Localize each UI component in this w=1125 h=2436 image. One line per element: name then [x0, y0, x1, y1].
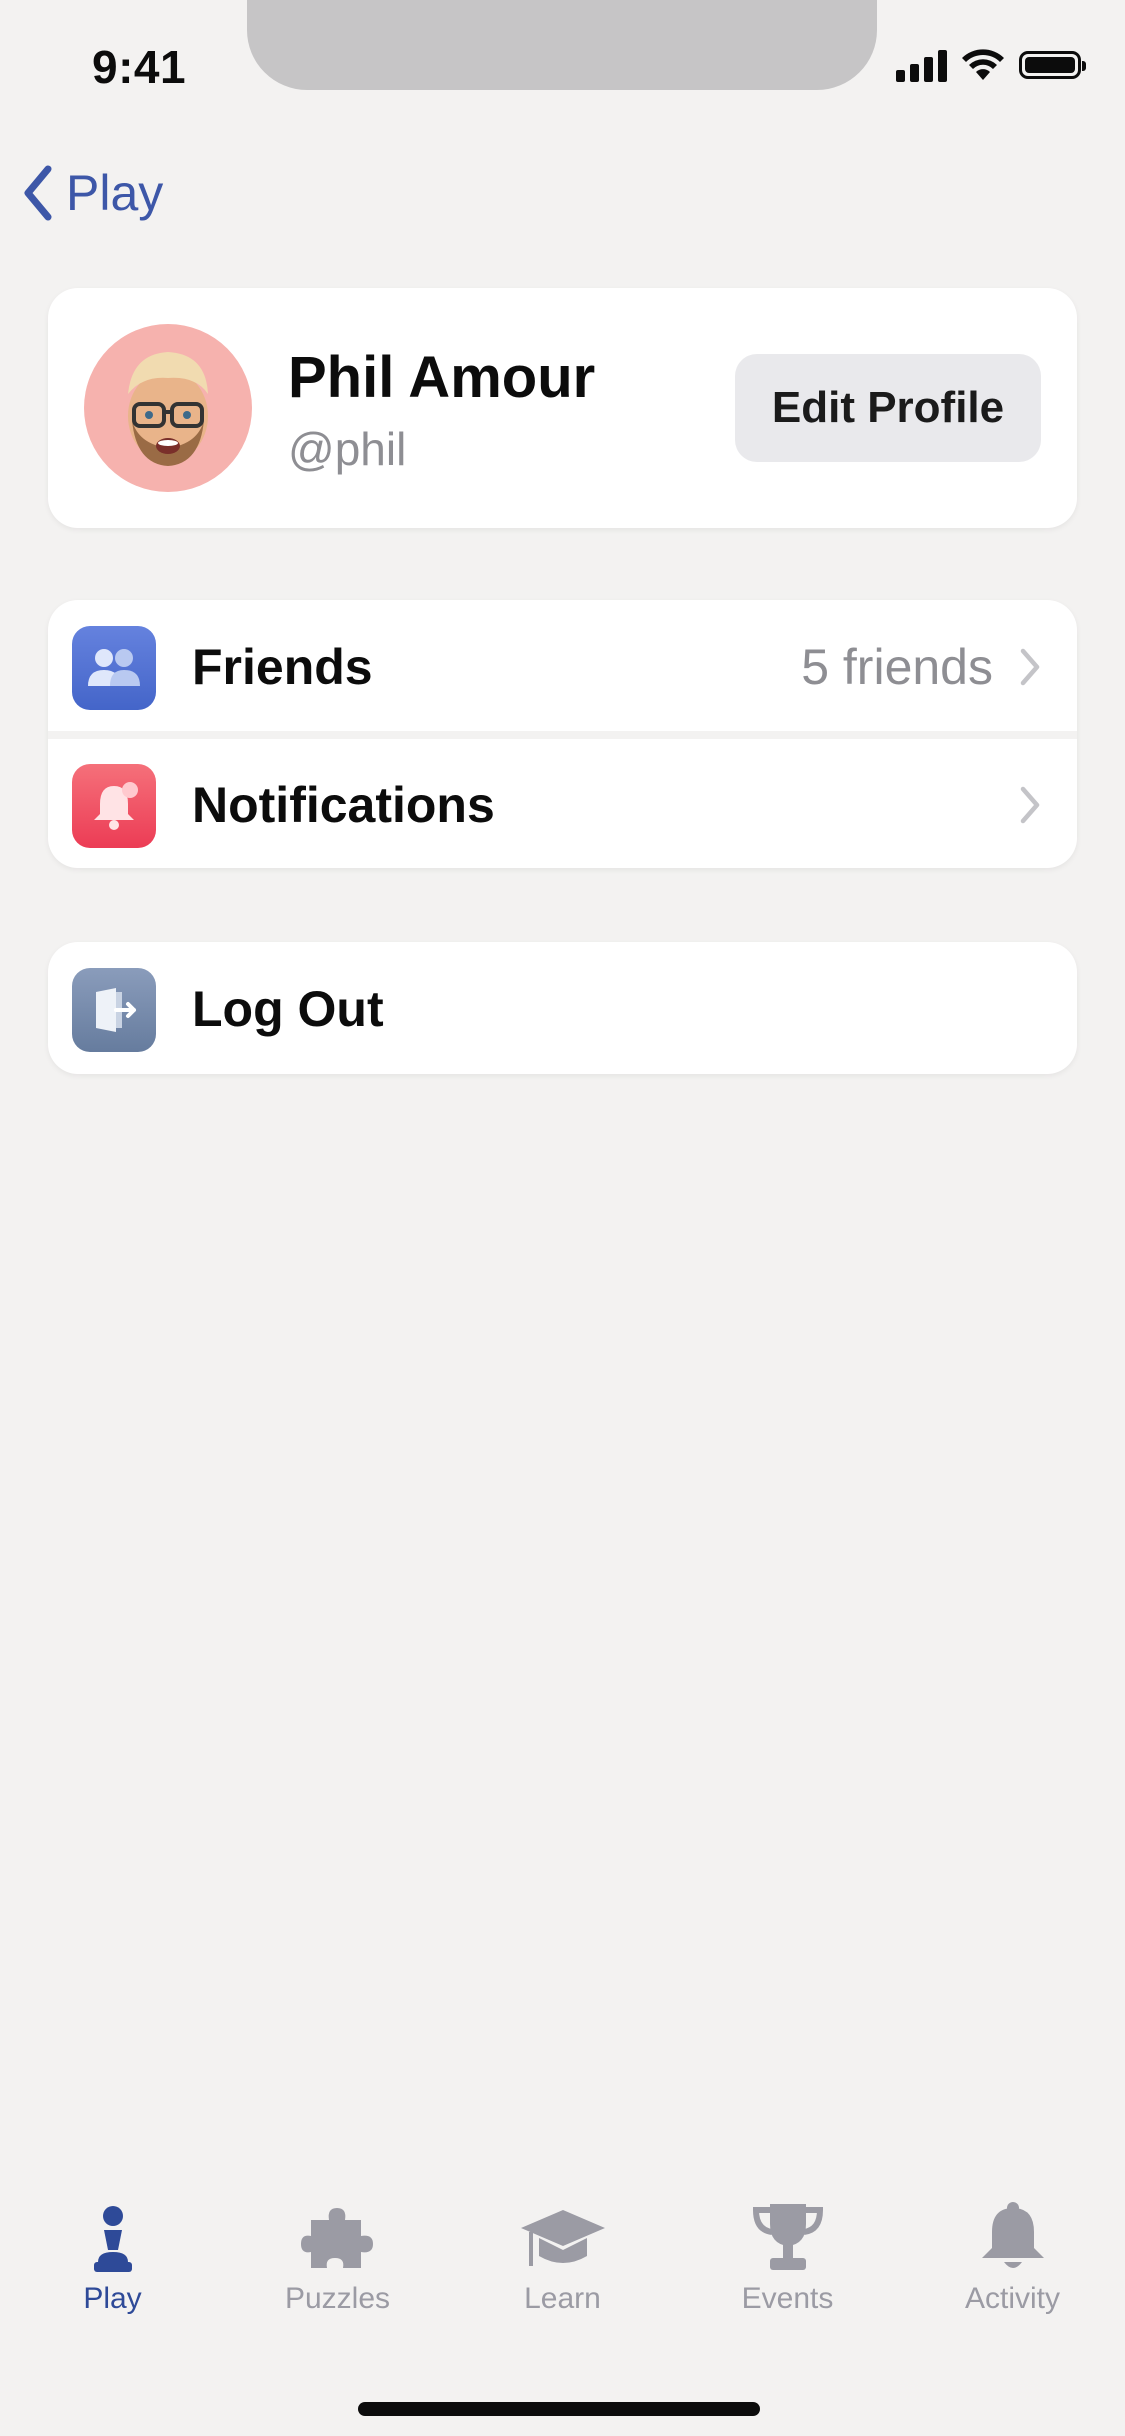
graduation-cap-icon [519, 2190, 607, 2274]
avatar[interactable] [84, 324, 252, 492]
tab-label: Play [83, 2282, 142, 2315]
cellular-signal-icon [896, 48, 947, 82]
puzzle-icon [299, 2190, 377, 2274]
tab-label: Puzzles [284, 2282, 391, 2315]
tab-label: Learn [524, 2282, 601, 2315]
tab-play[interactable]: Play [0, 2190, 225, 2350]
tab-puzzles[interactable]: Puzzles [225, 2190, 450, 2350]
back-label: Play [66, 165, 164, 221]
notifications-row[interactable]: Notifications [48, 738, 1077, 868]
logout-label: Log Out [192, 981, 384, 1037]
bell-icon [978, 2190, 1048, 2274]
tab-bar: Play Puzzles Learn Events Activity [0, 2190, 1125, 2350]
back-button[interactable]: Play [22, 164, 163, 222]
edit-profile-button[interactable]: Edit Profile [735, 354, 1041, 462]
notifications-label: Notifications [192, 777, 495, 833]
pawn-icon [88, 2190, 138, 2274]
profile-name: Phil Amour [288, 345, 596, 410]
home-indicator[interactable] [358, 2402, 760, 2416]
device-notch [247, 0, 877, 90]
profile-card: Phil Amour @phil Edit Profile [48, 288, 1077, 528]
friends-count: 5 friends [801, 639, 993, 695]
friends-icon [72, 626, 156, 710]
status-icons [896, 48, 1086, 82]
chevron-left-icon [24, 165, 52, 221]
chevron-right-icon [1020, 648, 1040, 686]
memoji-avatar-icon [128, 352, 208, 466]
tab-learn[interactable]: Learn [450, 2190, 675, 2350]
tab-label: Events [741, 2282, 834, 2315]
logout-card: Log Out [48, 942, 1077, 1074]
status-bar: 9:41 [0, 0, 1125, 130]
status-time: 9:41 [92, 41, 187, 93]
wifi-icon [962, 49, 1004, 80]
tab-label: Activity [964, 2282, 1060, 2315]
profile-handle: @phil [288, 423, 407, 475]
trophy-icon [750, 2190, 826, 2274]
chevron-right-icon [1020, 786, 1040, 824]
friends-row[interactable]: Friends 5 friends [48, 600, 1077, 734]
settings-list: Friends 5 friends Notifications [48, 600, 1077, 868]
logout-row[interactable]: Log Out [48, 942, 1077, 1076]
friends-label: Friends [192, 639, 373, 695]
battery-icon [1019, 51, 1086, 79]
tab-activity[interactable]: Activity [900, 2190, 1125, 2350]
logout-door-icon [72, 968, 156, 1052]
bell-icon [72, 764, 156, 848]
tab-events[interactable]: Events [675, 2190, 900, 2350]
